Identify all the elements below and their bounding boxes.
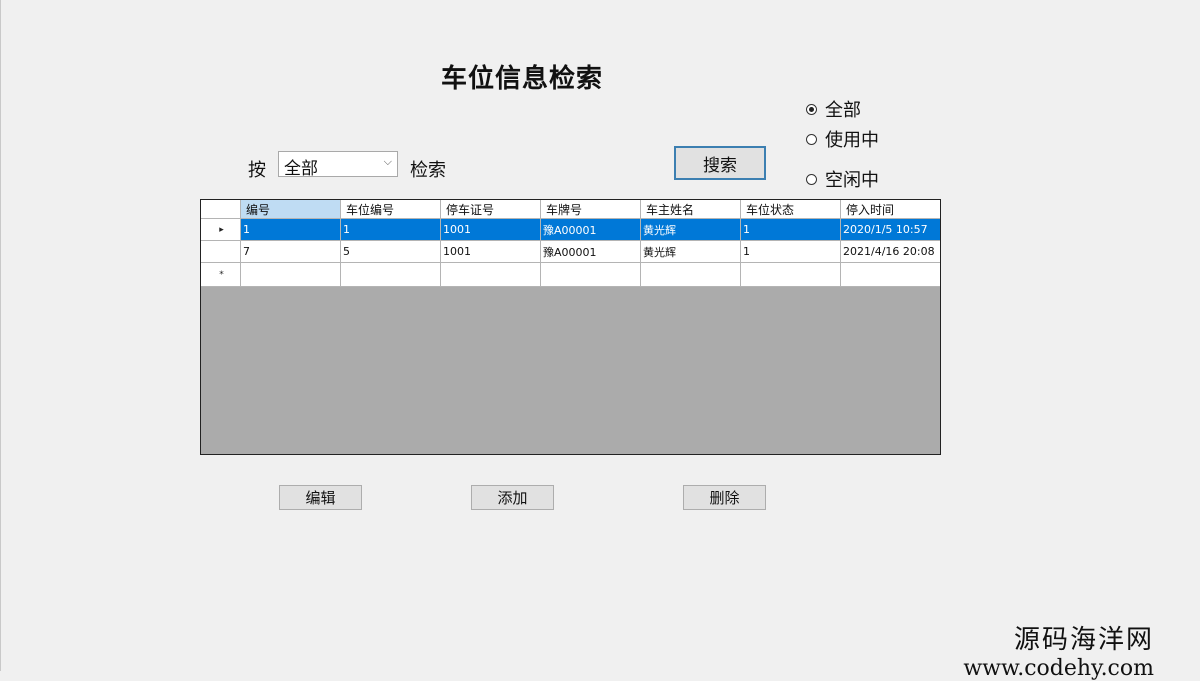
row-header-corner: [201, 200, 241, 219]
radio-dot-icon: [806, 133, 817, 145]
column-header[interactable]: 车主姓名: [641, 200, 741, 219]
chevron-down-icon: ⌵: [383, 155, 392, 168]
radio-in-use[interactable]: 使用中: [806, 127, 879, 151]
search-by-label: 按: [248, 160, 266, 181]
table-cell[interactable]: [241, 263, 341, 287]
table-cell[interactable]: 豫A00001: [541, 219, 641, 241]
parking-data-grid[interactable]: 编号 车位编号 停车证号 车牌号 车主姓名 车位状态 停入时间 ▸ 1 1 10…: [200, 199, 941, 455]
current-row-indicator-icon[interactable]: ▸: [201, 219, 241, 241]
table-cell[interactable]: 1: [241, 219, 341, 241]
new-row[interactable]: *: [201, 263, 940, 287]
table-row[interactable]: 7 5 1001 豫A00001 黄光辉 1 2021/4/16 20:08: [201, 241, 940, 263]
page-title: 车位信息检索: [441, 64, 604, 94]
table-cell[interactable]: 1001: [441, 241, 541, 263]
window-left-border: [0, 0, 1, 671]
table-cell[interactable]: 2020/1/5 10:57: [841, 219, 940, 241]
radio-label: 全部: [825, 100, 861, 121]
watermark: 源码海洋网 www.codehy.com: [963, 619, 1154, 681]
row-header[interactable]: [201, 241, 241, 263]
column-header[interactable]: 停入时间: [841, 200, 940, 219]
edit-button[interactable]: 编辑: [279, 485, 362, 510]
radio-label: 空闲中: [825, 170, 879, 191]
table-cell[interactable]: 黄光辉: [641, 241, 741, 263]
column-header[interactable]: 编号: [241, 200, 341, 219]
delete-button[interactable]: 删除: [683, 485, 766, 510]
table-cell[interactable]: [641, 263, 741, 287]
table-cell[interactable]: 1: [741, 219, 841, 241]
table-cell[interactable]: [441, 263, 541, 287]
search-field-select[interactable]: 全部 ⌵: [278, 151, 398, 179]
radio-idle[interactable]: 空闲中: [806, 167, 879, 191]
table-cell[interactable]: 7: [241, 241, 341, 263]
column-header[interactable]: 停车证号: [441, 200, 541, 219]
search-after-label: 检索: [410, 160, 446, 181]
table-cell[interactable]: 1: [741, 241, 841, 263]
radio-label: 使用中: [825, 130, 879, 151]
search-button[interactable]: 搜索: [674, 146, 766, 180]
table-cell[interactable]: 5: [341, 241, 441, 263]
table-cell[interactable]: 1: [341, 219, 441, 241]
table-cell[interactable]: [541, 263, 641, 287]
table-cell[interactable]: 1001: [441, 219, 541, 241]
table-cell[interactable]: [841, 263, 940, 287]
add-button[interactable]: 添加: [471, 485, 554, 510]
radio-dot-icon: [806, 103, 817, 115]
watermark-line2: www.codehy.com: [963, 656, 1154, 681]
column-header[interactable]: 车位编号: [341, 200, 441, 219]
radio-dot-icon: [806, 173, 817, 185]
table-row[interactable]: ▸ 1 1 1001 豫A00001 黄光辉 1 2020/1/5 10:57: [201, 219, 940, 241]
radio-all[interactable]: 全部: [806, 97, 861, 121]
column-header[interactable]: 车位状态: [741, 200, 841, 219]
grid-header-row: 编号 车位编号 停车证号 车牌号 车主姓名 车位状态 停入时间: [201, 200, 940, 219]
table-cell[interactable]: [741, 263, 841, 287]
new-row-indicator-icon[interactable]: *: [201, 263, 241, 287]
table-cell[interactable]: [341, 263, 441, 287]
watermark-line1: 源码海洋网: [1013, 625, 1154, 655]
column-header[interactable]: 车牌号: [541, 200, 641, 219]
search-field-value: 全部: [284, 159, 318, 179]
table-cell[interactable]: 2021/4/16 20:08: [841, 241, 940, 263]
table-cell[interactable]: 黄光辉: [641, 219, 741, 241]
table-cell[interactable]: 豫A00001: [541, 241, 641, 263]
